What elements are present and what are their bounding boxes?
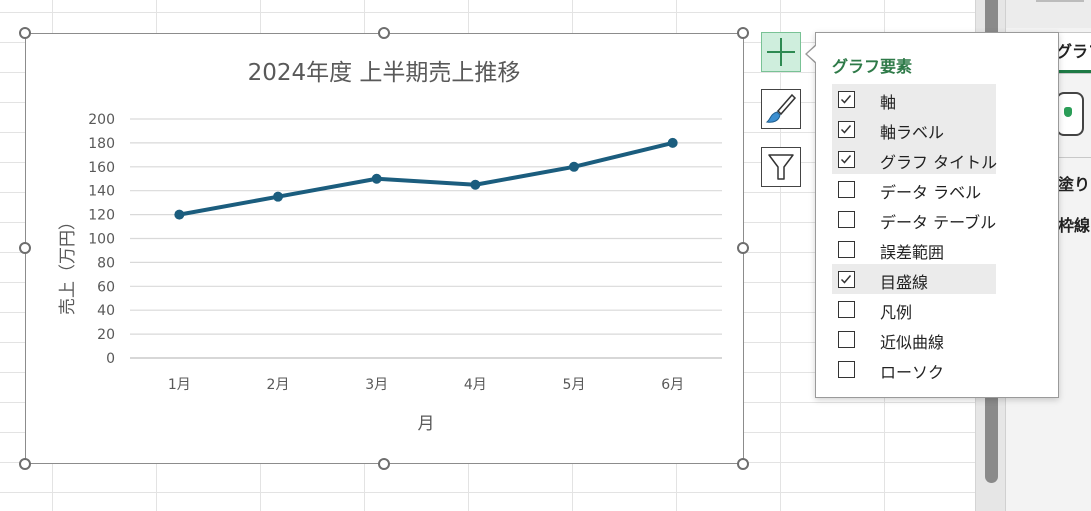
fill-line-icon[interactable] [1056, 92, 1084, 136]
chart-element-item[interactable]: グラフ タイトル [832, 144, 998, 174]
line-chart[interactable]: 0 20 40 60 80 100 120 140 160 180 200 1月 2月 3月 4月 5月 6月… [26, 34, 743, 463]
border-section-label[interactable]: 枠線 [1058, 212, 1090, 236]
y-tick-label: 120 [88, 208, 115, 224]
chart-element-label: データ ラベル [880, 183, 982, 202]
funnel-icon [768, 154, 794, 180]
data-point[interactable] [273, 191, 283, 202]
checkmark-icon [840, 125, 852, 134]
checkmark-icon [840, 275, 852, 284]
checkbox-checked[interactable] [838, 121, 855, 138]
x-tick-label: 2月 [267, 377, 290, 393]
chart-filters-button[interactable] [761, 147, 801, 187]
y-tick-label: 200 [88, 112, 115, 128]
resize-handle-middle-right[interactable] [737, 242, 749, 254]
chart-styles-button[interactable] [761, 89, 801, 129]
checkmark-icon [840, 95, 852, 104]
resize-handle-top-center[interactable] [378, 27, 390, 39]
brush-icon [765, 93, 797, 123]
y-tick-label: 140 [88, 184, 115, 200]
x-tick-label: 6月 [661, 377, 684, 393]
chart-element-item[interactable]: 近似曲線 [832, 324, 996, 354]
chart-elements-flyout: グラフ要素 軸軸ラベルグラフ タイトル データ ラベル データ テーブル 誤差範囲目盛… [815, 32, 1059, 398]
chart-element-label: 凡例 [880, 303, 913, 322]
resize-handle-bottom-center[interactable] [378, 458, 390, 470]
chart-element-item[interactable]: 誤差範囲 [832, 234, 996, 264]
y-axis-title[interactable]: 売上（万円） [58, 213, 78, 315]
y-tick-label: 100 [88, 232, 115, 248]
chart-element-label: 軸ラベル [880, 123, 945, 142]
chart-element-item[interactable]: 目盛線 [832, 264, 996, 294]
y-tick-label: 60 [97, 279, 115, 295]
checkbox-unchecked[interactable] [838, 181, 855, 198]
checkbox-checked[interactable] [838, 151, 855, 168]
data-point[interactable] [470, 179, 481, 190]
data-point[interactable] [667, 137, 678, 148]
x-tick-label: 1月 [168, 377, 191, 393]
y-tick-label: 0 [106, 351, 115, 367]
resize-handle-middle-left[interactable] [19, 242, 31, 254]
resize-handle-bottom-left[interactable] [19, 458, 31, 470]
resize-handle-top-right[interactable] [737, 27, 749, 39]
data-point[interactable] [371, 173, 382, 184]
data-point[interactable] [569, 161, 579, 172]
chart-element-item[interactable]: 軸ラベル [832, 114, 996, 144]
pane-tab-label[interactable]: グラフ [1056, 38, 1091, 62]
x-tick-label: 4月 [464, 377, 487, 393]
resize-handle-top-left[interactable] [19, 27, 31, 39]
fill-section-label[interactable]: 塗り [1058, 171, 1090, 195]
chart-element-label: 軸 [880, 93, 897, 112]
checkbox-checked[interactable] [838, 271, 855, 288]
flyout-title: グラフ要素 [832, 57, 913, 76]
chart-element-label: 目盛線 [880, 273, 929, 292]
x-tick-label: 3月 [365, 377, 388, 393]
chart-title[interactable]: 2024年度 上半期売上推移 [248, 60, 521, 86]
chart-element-item[interactable]: ローソク [832, 354, 996, 384]
chart-element-label: ローソク [880, 363, 945, 382]
chart-element-label: 誤差範囲 [880, 243, 945, 262]
y-tick-label: 20 [97, 327, 115, 343]
checkbox-checked[interactable] [838, 91, 855, 108]
checkbox-unchecked[interactable] [838, 211, 855, 228]
chart-element-item[interactable]: データ テーブル [832, 204, 996, 234]
chart-element-label: グラフ タイトル [880, 153, 998, 172]
data-point[interactable] [174, 209, 185, 220]
chart-element-label: 近似曲線 [880, 333, 945, 352]
chart-element-item[interactable]: 軸 [832, 84, 996, 114]
checkmark-icon [840, 155, 852, 164]
x-axis-title[interactable]: 月 [418, 414, 435, 434]
y-tick-label: 80 [97, 255, 115, 271]
y-tick-label: 40 [97, 303, 115, 319]
x-tick-label: 5月 [563, 377, 586, 393]
chart-element-item[interactable]: データ ラベル [832, 174, 996, 204]
resize-handle-bottom-right[interactable] [737, 458, 749, 470]
checkbox-unchecked[interactable] [838, 301, 855, 318]
checkbox-unchecked[interactable] [838, 361, 855, 378]
y-tick-label: 180 [88, 136, 115, 152]
series-line[interactable] [177, 140, 675, 217]
chart-elements-button[interactable] [761, 32, 801, 72]
chart-element-item[interactable]: 凡例 [832, 294, 996, 324]
y-tick-label: 160 [88, 160, 115, 176]
chart-element-label: データ テーブル [880, 213, 997, 232]
chart-area[interactable]: 0 20 40 60 80 100 120 140 160 180 200 1月 2月 3月 4月 5月 6月… [25, 33, 744, 464]
checkbox-unchecked[interactable] [838, 241, 855, 258]
plus-icon [767, 38, 795, 66]
checkbox-unchecked[interactable] [838, 331, 855, 348]
chart-elements-list: 軸軸ラベルグラフ タイトル データ ラベル データ テーブル 誤差範囲目盛線凡例近似曲… [832, 84, 998, 384]
